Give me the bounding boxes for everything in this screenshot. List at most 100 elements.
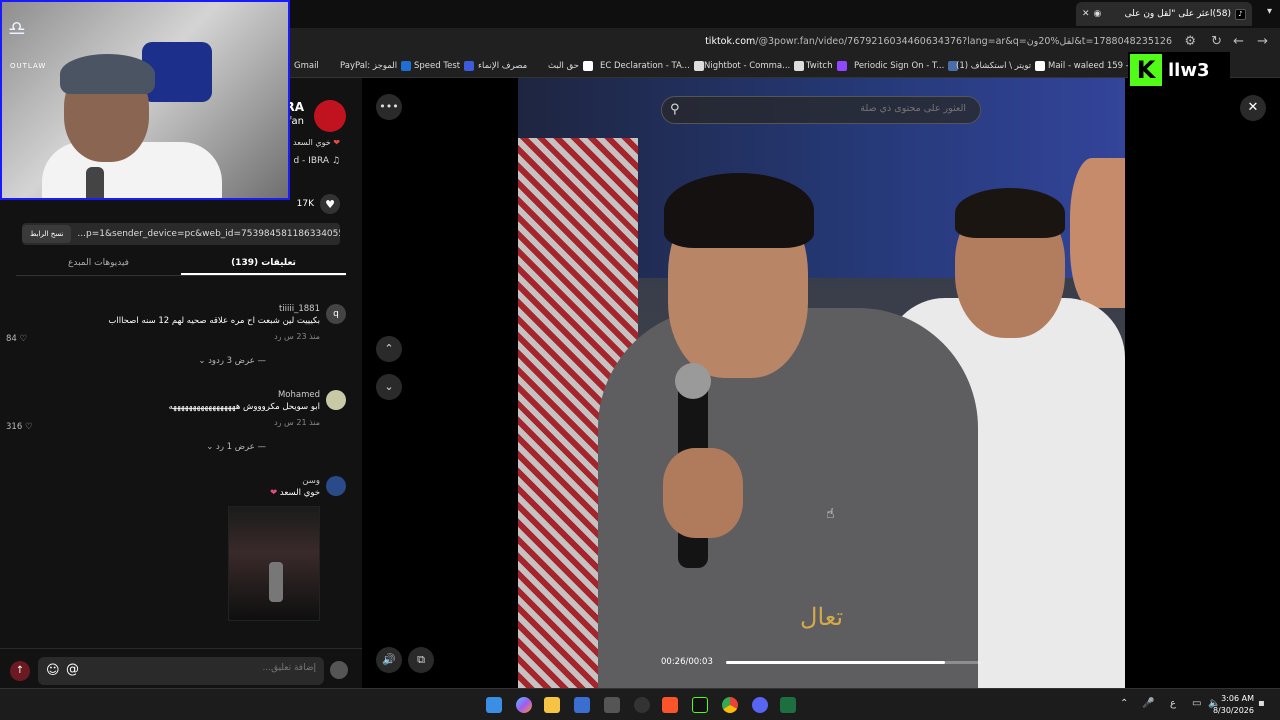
forward-icon[interactable]: → [1257, 34, 1268, 49]
tiktok-icon: ♪ [1235, 8, 1246, 20]
bookmark-label: Twitch [806, 61, 833, 71]
comment-username[interactable]: Mohamed [278, 390, 320, 400]
clock-date: 8/30/2026 [1212, 706, 1254, 715]
music-label[interactable]: d - IBRA ♫ [293, 156, 340, 166]
obs-icon[interactable] [634, 697, 650, 713]
search-input[interactable] [706, 103, 966, 114]
input-language[interactable]: ع [1170, 698, 1176, 709]
video-player[interactable]: تعال ⚲ 00:26/00:03 ☝ [518, 78, 1125, 688]
network-icon[interactable]: ▭ [1192, 698, 1201, 709]
comment-like[interactable]: 316 ♡ [6, 422, 33, 432]
right-backdrop [1125, 78, 1280, 688]
cam-cap [60, 54, 155, 94]
audio-icon[interactable]: ◉ [1094, 9, 1102, 19]
comment-image[interactable] [228, 506, 320, 621]
bookmark-nightbot[interactable]: Nightbot - Comma... [704, 61, 805, 71]
ec-icon [693, 61, 704, 71]
chevron-down-icon[interactable]: ⌄ [376, 374, 402, 400]
bookmark-label: Speed Test [414, 61, 461, 71]
comment-meta[interactable]: منذ 21 س رد [274, 418, 320, 427]
kick-app-icon[interactable] [692, 697, 708, 713]
close-video-icon[interactable]: ✕ [1240, 95, 1266, 121]
comment-username[interactable]: وسن [302, 476, 320, 486]
bookmark-twitter[interactable]: (1) تويتر \ استكشاف [956, 61, 1046, 71]
view-replies[interactable]: — عرض 3 ردود ⌄ [198, 356, 266, 366]
discord-icon[interactable] [752, 697, 768, 713]
video-description: خوي السعد ❤ [293, 138, 340, 147]
comment-input-box: ☺ @ [38, 657, 324, 685]
clock[interactable]: 3:06 AM 8/30/2026 [1213, 693, 1254, 717]
bookmark-gmail[interactable]: Gmail [294, 61, 319, 71]
bookmark-speedtest[interactable]: Speed Test [414, 61, 475, 71]
chrome-icon[interactable] [722, 697, 738, 713]
panel-tabs: فيديوهات المبدع (139) تعليقات [16, 254, 346, 276]
like-heart-icon[interactable]: ♥ [320, 194, 340, 214]
view-replies-text: عرض 1 رد [216, 442, 255, 452]
emoji-icon[interactable]: ☺ [46, 663, 60, 678]
file-explorer-icon[interactable] [544, 697, 560, 713]
bookmark-periodic-sign-on[interactable]: Periodic Sign On - T... [854, 61, 959, 71]
comment-like[interactable]: 84 ♡ [6, 334, 27, 344]
url-field[interactable]: tiktok.com/@3powr.fan/video/767921603446… [705, 36, 1172, 47]
excel-icon[interactable] [780, 697, 796, 713]
comment-input[interactable] [116, 663, 316, 673]
video-grey-shirt [598, 308, 978, 688]
comment-avatar[interactable] [326, 390, 346, 410]
more-options-icon[interactable]: ••• [376, 94, 402, 120]
mention-icon[interactable]: @ [66, 662, 79, 677]
like-count: 17K ♥ [297, 194, 340, 214]
volume-icon[interactable]: 🔊 [376, 647, 402, 673]
video-hair [955, 188, 1065, 238]
comment-avatar[interactable]: q [326, 304, 346, 324]
comment-like-count: 316 [6, 422, 23, 432]
bookmark-broadcast[interactable]: حق البث [548, 61, 593, 71]
store-icon[interactable] [574, 697, 590, 713]
comment-avatar[interactable] [326, 476, 346, 496]
comment-username[interactable]: tiiiii_1881 [279, 304, 320, 314]
calculator-icon[interactable] [604, 697, 620, 713]
view-replies[interactable]: — عرض 1 رد ⌄ [206, 442, 266, 452]
bookmark-label: مصرف الإنماء [478, 61, 528, 71]
bookmark-ec-declaration[interactable]: EC Declaration - TA... [600, 61, 704, 71]
heart-outline-icon: ♡ [19, 334, 28, 344]
paypal-icon [401, 61, 412, 71]
close-tab-icon[interactable]: ✕ [1082, 9, 1090, 19]
video-progress-bar[interactable] [726, 661, 981, 664]
share-link-box: نسخ الرابط ...p=1&sender_device=pc&web_i… [22, 223, 340, 245]
tab-comments[interactable]: (139) تعليقات [181, 254, 346, 275]
cam-microphone [86, 167, 104, 198]
bookmark-mail[interactable]: Mail - waleed 159 -... [1048, 61, 1137, 71]
tab-menu-icon[interactable]: ▾ [1267, 6, 1272, 17]
send-icon[interactable]: ↑ [10, 661, 30, 681]
like-count-text: 17K [296, 199, 314, 209]
bookmark-bank[interactable]: مصرف الإنماء [478, 61, 527, 71]
video-progress-fill [726, 661, 946, 664]
creator-avatar[interactable] [314, 100, 346, 132]
reply-line-icon: — [254, 356, 266, 366]
microphone-icon[interactable]: 🎤 [1142, 698, 1154, 709]
bookmark-twitch[interactable]: Twitch [806, 61, 847, 71]
miniplayer-icon[interactable]: ⧉ [408, 647, 434, 673]
twitch-icon [836, 61, 847, 71]
windows-start-icon[interactable] [486, 697, 502, 713]
kick-channel-name: llw3 [1168, 59, 1210, 81]
kick-logo-icon: K [1130, 54, 1162, 86]
browser-tab[interactable]: ♪ (58)اعثر على "لقل ون على ◉ ✕ [1076, 2, 1252, 26]
brave-icon[interactable] [662, 697, 678, 713]
video-microphone-head [675, 363, 711, 399]
search-icon[interactable]: ⚲ [670, 102, 680, 117]
comment-meta[interactable]: منذ 23 س رد [274, 332, 320, 341]
kick-overlay: K llw3 [1128, 52, 1230, 88]
copy-link-button[interactable]: نسخ الرابط [22, 225, 72, 243]
back-icon[interactable]: ← [1233, 34, 1244, 49]
bookmark-label: Nightbot - Comma... [704, 61, 791, 71]
notification-icon[interactable]: ▪ [1258, 698, 1265, 709]
url-domain: tiktok.com [705, 36, 756, 47]
site-settings-icon[interactable]: ⚙ [1184, 34, 1196, 49]
bookmark-paypal[interactable]: PayPal: الموجز [340, 61, 412, 71]
copilot-icon[interactable] [516, 697, 532, 713]
tab-creator-videos[interactable]: فيديوهات المبدع [16, 254, 181, 275]
tray-chevron-up-icon[interactable]: ⌃ [1120, 698, 1128, 709]
reload-icon[interactable]: ↻ [1211, 34, 1222, 49]
chevron-up-icon[interactable]: ⌃ [376, 336, 402, 362]
